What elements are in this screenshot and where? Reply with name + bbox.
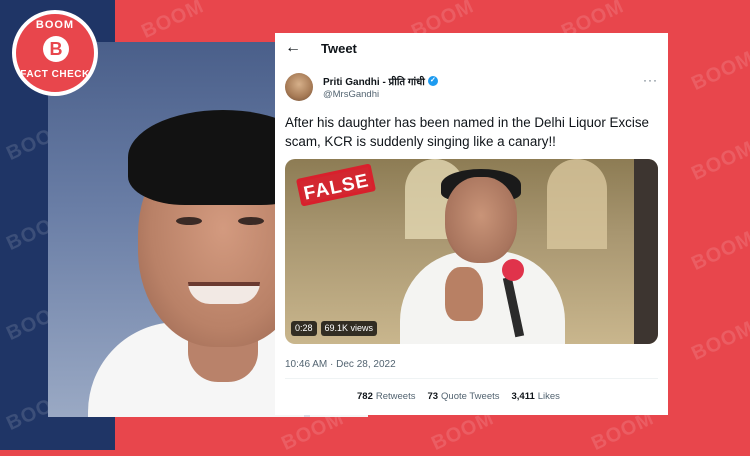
author-name-row[interactable]: Priti Gandhi - प्रीति गांधी ✓ bbox=[323, 74, 438, 88]
divider bbox=[285, 378, 658, 379]
likes-stat[interactable]: 3,411 Likes bbox=[512, 391, 560, 402]
video-badges: 0:28 69.1K views bbox=[291, 321, 378, 336]
tweet-timestamp[interactable]: 10:46 AM · Dec 28, 2022 bbox=[285, 359, 396, 370]
author-handle[interactable]: @MrsGandhi bbox=[323, 89, 379, 100]
tweet-header: ← Tweet bbox=[275, 33, 668, 63]
avatar[interactable] bbox=[285, 73, 313, 101]
tweet-title: Tweet bbox=[321, 40, 357, 56]
more-icon[interactable]: ··· bbox=[643, 73, 658, 87]
logo-letter: B bbox=[43, 36, 69, 62]
back-arrow-icon[interactable]: ← bbox=[285, 40, 301, 56]
false-stamp: FALSE bbox=[295, 163, 377, 207]
boom-fact-check-logo: BOOM B FACT CHECK bbox=[12, 10, 98, 96]
tweet-author: Priti Gandhi - प्रीति गांधी ✓ @MrsGandhi… bbox=[285, 71, 658, 105]
video-views: 69.1K views bbox=[320, 321, 378, 336]
quotes-stat[interactable]: 73 Quote Tweets bbox=[427, 391, 499, 402]
author-name[interactable]: Priti Gandhi - प्रीति गांधी bbox=[323, 74, 425, 88]
verified-badge-icon: ✓ bbox=[427, 76, 438, 86]
portrait-photo bbox=[48, 42, 368, 417]
tweet-video[interactable]: FALSE 0:28 69.1K views bbox=[285, 159, 658, 344]
logo-bottom-text: FACT CHECK bbox=[20, 69, 90, 80]
logo-top-text: BOOM bbox=[35, 19, 75, 31]
retweets-stat[interactable]: 782 Retweets bbox=[357, 391, 415, 402]
tweet-text: After his daughter has been named in the… bbox=[285, 115, 649, 149]
tweet-card: ← Tweet Priti Gandhi - प्रीति गांधी ✓ @M… bbox=[275, 33, 668, 415]
tweet-stats: 782 Retweets 73 Quote Tweets 3,411 Likes bbox=[357, 391, 560, 402]
video-duration: 0:28 bbox=[291, 321, 317, 336]
